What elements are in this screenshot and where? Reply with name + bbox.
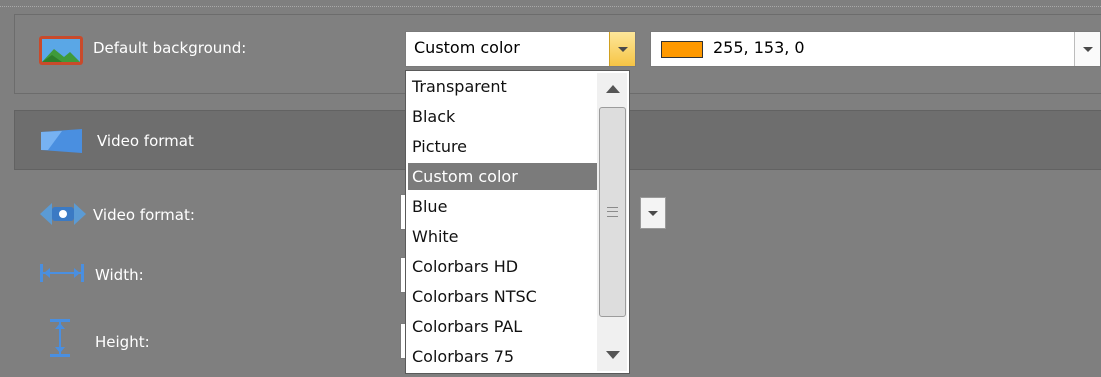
list-item[interactable]: Colorbars PAL — [408, 313, 598, 340]
list-item[interactable]: Colorbars HD — [408, 253, 598, 280]
field-label-height: Height: — [95, 333, 150, 351]
width-icon — [38, 263, 86, 283]
chevron-down-icon[interactable] — [609, 32, 635, 66]
list-item[interactable]: Picture — [408, 133, 598, 160]
height-icon — [48, 318, 72, 358]
scroll-up-arrow-icon[interactable] — [606, 85, 620, 93]
chevron-down-icon[interactable] — [640, 197, 666, 229]
color-value: 255, 153, 0 — [713, 38, 805, 57]
custom-color-select[interactable]: 255, 153, 0 — [650, 31, 1101, 67]
field-label-video-format: Video format: — [93, 206, 195, 224]
picture-icon — [38, 35, 84, 66]
list-item[interactable]: Colorbars NTSC — [408, 283, 598, 310]
list-item[interactable]: White — [408, 223, 598, 250]
section-title: Video format — [97, 132, 194, 150]
background-options-list[interactable]: Transparent Black Picture Custom color Blue W… — [405, 70, 630, 374]
default-background-label: Default background: — [93, 39, 247, 57]
default-background-value: Custom color — [414, 38, 520, 57]
video-format-section-icon — [38, 127, 84, 155]
list-item[interactable]: Colorbars 75 — [408, 343, 598, 370]
list-item[interactable]: Transparent — [408, 73, 598, 100]
list-scrollbar[interactable] — [597, 73, 627, 371]
scrollbar-thumb[interactable] — [599, 107, 626, 317]
default-background-select[interactable]: Custom color — [405, 31, 636, 67]
list-item[interactable]: Custom color — [408, 163, 598, 190]
scroll-down-arrow-icon[interactable] — [606, 351, 620, 359]
color-swatch — [661, 41, 703, 58]
chevron-down-icon[interactable] — [1074, 32, 1100, 66]
video-format-icon — [38, 199, 88, 229]
grip-icon — [607, 207, 618, 217]
separator-line — [0, 6, 1101, 7]
list-item[interactable]: Black — [408, 103, 598, 130]
list-item[interactable]: Blue — [408, 193, 598, 220]
field-label-width: Width: — [95, 266, 144, 284]
